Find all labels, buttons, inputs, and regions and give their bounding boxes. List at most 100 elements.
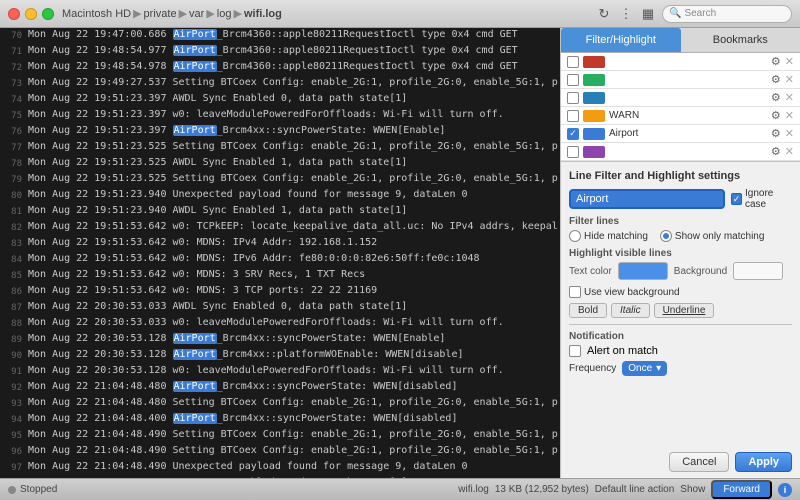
delete-icon[interactable]: ✕ xyxy=(785,145,794,158)
airport-highlight: AirPort xyxy=(173,29,217,40)
info-icon[interactable]: i xyxy=(778,483,792,497)
log-line[interactable]: 91Mon Aug 22 20:30:53.128 w0: leaveModul… xyxy=(0,364,560,380)
log-line[interactable]: 90Mon Aug 22 20:30:53.128 AirPort_Brcm4x… xyxy=(0,348,560,364)
log-line-text: Mon Aug 22 20:30:53.128 AirPort_Brcm4xx:… xyxy=(28,348,558,362)
alert-on-match-checkbox[interactable] xyxy=(569,345,581,357)
log-line[interactable]: 82Mon Aug 22 19:51:53.642 w0: TCPkEEP: l… xyxy=(0,220,560,236)
log-line[interactable]: 95Mon Aug 22 21:04:48.490 Setting BTCoex… xyxy=(0,428,560,444)
filter-item[interactable]: ⚙✕ xyxy=(561,71,800,89)
log-line[interactable]: 71Mon Aug 22 19:48:54.977 AirPort_Brcm43… xyxy=(0,44,560,60)
log-line[interactable]: 80Mon Aug 22 19:51:23.940 Unexpected pay… xyxy=(0,188,560,204)
log-line[interactable]: 76Mon Aug 22 19:51:23.397 AirPort_Brcm4x… xyxy=(0,124,560,140)
gear-icon[interactable]: ⚙ xyxy=(771,127,781,140)
use-view-bg-checkbox[interactable] xyxy=(569,286,581,298)
show-label: Show xyxy=(680,484,705,495)
log-line-text: Mon Aug 22 21:04:48.490 Setting BTCoex C… xyxy=(28,428,558,442)
log-line-num: 89 xyxy=(2,332,28,347)
path-sep-2: ▶ xyxy=(179,7,187,20)
log-line-num: 83 xyxy=(2,236,28,251)
log-line[interactable]: 77Mon Aug 22 19:51:23.525 Setting BTCoex… xyxy=(0,140,560,156)
filter-color-box xyxy=(583,128,605,140)
path-filename: wifi.log xyxy=(244,8,282,20)
close-button[interactable] xyxy=(8,8,20,20)
minimize-button[interactable] xyxy=(25,8,37,20)
log-line[interactable]: 73Mon Aug 22 19:49:27.537 Setting BTCoex… xyxy=(0,76,560,92)
background-swatch[interactable] xyxy=(733,262,783,280)
gear-icon[interactable]: ⚙ xyxy=(771,145,781,158)
default-line-action-label: Default line action xyxy=(595,484,675,495)
log-line[interactable]: 72Mon Aug 22 19:48:54.978 AirPort_Brcm43… xyxy=(0,60,560,76)
gear-icon[interactable]: ⚙ xyxy=(771,109,781,122)
bold-button[interactable]: Bold xyxy=(569,303,607,318)
log-line-text: Mon Aug 22 21:04:48.490 Setting BTCoex C… xyxy=(28,444,558,458)
filter-item[interactable]: ✓Airport⚙✕ xyxy=(561,125,800,143)
log-line[interactable]: 70Mon Aug 22 19:47:00.686 AirPort_Brcm43… xyxy=(0,28,560,44)
filter-lines-label: Filter lines xyxy=(569,216,792,227)
filter-item[interactable]: ⚙✕ xyxy=(561,53,800,71)
alert-on-match-row: Alert on match xyxy=(569,345,792,357)
refresh-icon[interactable]: ↻ xyxy=(596,6,612,22)
fullscreen-button[interactable] xyxy=(42,8,54,20)
filter-item[interactable]: ⚙✕ xyxy=(561,89,800,107)
tab-filter-highlight[interactable]: Filter/Highlight xyxy=(561,28,681,52)
log-line-text: Mon Aug 22 19:51:23.940 AWDL Sync Enable… xyxy=(28,204,558,218)
filter-checkbox[interactable] xyxy=(567,146,579,158)
show-only-radio[interactable] xyxy=(660,230,672,242)
forward-button[interactable]: Forward xyxy=(711,480,772,499)
log-line[interactable]: 86Mon Aug 22 19:51:53.642 w0: MDNS: 3 TC… xyxy=(0,284,560,300)
log-line[interactable]: 79Mon Aug 22 19:51:23.525 Setting BTCoex… xyxy=(0,172,560,188)
path-sep-3: ▶ xyxy=(206,7,214,20)
filter-checkbox[interactable] xyxy=(567,74,579,86)
log-line[interactable]: 78Mon Aug 22 19:51:23.525 AWDL Sync Enab… xyxy=(0,156,560,172)
filter-checkbox[interactable] xyxy=(567,56,579,68)
cancel-button[interactable]: Cancel xyxy=(669,452,729,472)
filter-text-input[interactable] xyxy=(569,189,725,209)
log-line[interactable]: 89Mon Aug 22 20:30:53.128 AirPort_Brcm4x… xyxy=(0,332,560,348)
gear-icon[interactable]: ⚙ xyxy=(771,91,781,104)
log-line[interactable]: 84Mon Aug 22 19:51:53.642 w0: MDNS: IPv6… xyxy=(0,252,560,268)
ignore-case-text: Ignore case xyxy=(745,188,792,210)
log-line[interactable]: 96Mon Aug 22 21:04:48.490 Setting BTCoex… xyxy=(0,444,560,460)
gear-icon[interactable]: ⚙ xyxy=(771,73,781,86)
log-line[interactable]: 83Mon Aug 22 19:51:53.642 w0: MDNS: IPv4… xyxy=(0,236,560,252)
apply-button[interactable]: Apply xyxy=(735,452,792,472)
hide-matching-option[interactable]: Hide matching xyxy=(569,230,648,242)
tab-bookmarks[interactable]: Bookmarks xyxy=(681,28,800,52)
airport-highlight: AirPort xyxy=(173,125,217,136)
log-line[interactable]: 94Mon Aug 22 21:04:48.400 AirPort_Brcm4x… xyxy=(0,412,560,428)
filter-checkbox[interactable]: ✓ xyxy=(567,128,579,140)
delete-icon[interactable]: ✕ xyxy=(785,55,794,68)
log-line-num: 97 xyxy=(2,460,28,475)
chevron-down-icon: ▾ xyxy=(656,363,661,374)
ignore-case-checkbox[interactable]: ✓ xyxy=(731,193,742,205)
log-line[interactable]: 87Mon Aug 22 20:30:53.033 AWDL Sync Enab… xyxy=(0,300,560,316)
filter-item[interactable]: ⚙✕ xyxy=(561,143,800,161)
delete-icon[interactable]: ✕ xyxy=(785,109,794,122)
gear-icon[interactable]: ⚙ xyxy=(771,55,781,68)
log-line[interactable]: 97Mon Aug 22 21:04:48.490 Unexpected pay… xyxy=(0,460,560,476)
log-line[interactable]: 81Mon Aug 22 19:51:23.940 AWDL Sync Enab… xyxy=(0,204,560,220)
filter-item[interactable]: WARN⚙✕ xyxy=(561,107,800,125)
show-only-option[interactable]: Show only matching xyxy=(660,230,765,242)
text-color-swatch[interactable] xyxy=(618,262,668,280)
hide-matching-radio[interactable] xyxy=(569,230,581,242)
delete-icon[interactable]: ✕ xyxy=(785,127,794,140)
filter-checkbox[interactable] xyxy=(567,110,579,122)
log-line[interactable]: 75Mon Aug 22 19:51:23.397 w0: leaveModul… xyxy=(0,108,560,124)
columns-icon[interactable]: ▦ xyxy=(640,6,656,22)
menu-icon[interactable]: ⋮ xyxy=(618,6,634,22)
log-line[interactable]: 92Mon Aug 22 21:04:48.480 AirPort_Brcm4x… xyxy=(0,380,560,396)
log-line[interactable]: 85Mon Aug 22 19:51:53.642 w0: MDNS: 3 SR… xyxy=(0,268,560,284)
log-area[interactable]: 70Mon Aug 22 19:47:00.686 AirPort_Brcm43… xyxy=(0,28,560,478)
log-line[interactable]: 88Mon Aug 22 20:30:53.033 w0: leaveModul… xyxy=(0,316,560,332)
search-bar[interactable]: 🔍 Search xyxy=(662,5,792,23)
filter-checkbox[interactable] xyxy=(567,92,579,104)
italic-button[interactable]: Italic xyxy=(611,303,650,318)
log-line[interactable]: 93Mon Aug 22 21:04:48.480 Setting BTCoex… xyxy=(0,396,560,412)
underline-button[interactable]: Underline xyxy=(654,303,715,318)
divider xyxy=(569,324,792,325)
delete-icon[interactable]: ✕ xyxy=(785,73,794,86)
log-line[interactable]: 74Mon Aug 22 19:51:23.397 AWDL Sync Enab… xyxy=(0,92,560,108)
frequency-select[interactable]: Once ▾ xyxy=(622,361,667,376)
delete-icon[interactable]: ✕ xyxy=(785,91,794,104)
